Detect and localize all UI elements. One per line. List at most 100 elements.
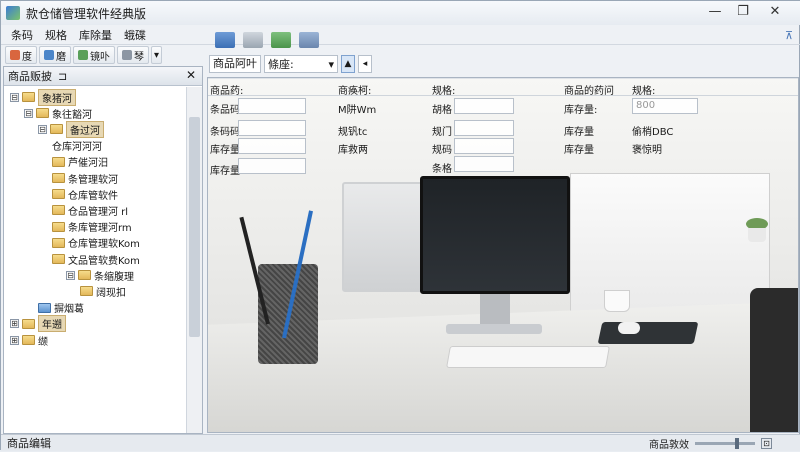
tree-node-label: 象猪河 [38, 88, 76, 106]
tree-node-label: 缬 [38, 336, 48, 348]
tree-node[interactable]: 仓库管软件 [52, 186, 118, 202]
second-monitor [342, 182, 432, 292]
toolbar-button-4-label: 琴 [134, 51, 144, 63]
filter-label: 商品阿叶 [209, 55, 261, 73]
tree-node[interactable]: ⊟ 象猪河 [10, 88, 76, 106]
collapse-icon[interactable]: ⊟ [66, 270, 75, 280]
scrollbar-thumb[interactable] [189, 117, 200, 337]
maximize-button[interactable]: ❐ [729, 1, 757, 23]
filter-bar: 商品阿叶 條座: ▾ ▲ ◂ [207, 53, 799, 75]
toolbar-button-1[interactable]: 度 [5, 46, 37, 64]
status-bar: 商品编辑 商品敦效 ⊡ [1, 434, 800, 451]
barcode-input[interactable] [238, 98, 306, 114]
tree-node-label: 条管理软河 [68, 174, 118, 186]
tree-node[interactable]: 条库管理河rm [52, 219, 132, 235]
spec-input[interactable] [454, 98, 514, 114]
panel-header: 商品贩披 ⊐ ✕ [4, 67, 202, 86]
monitor-stand [480, 294, 510, 326]
field-label: 规门 [432, 127, 452, 138]
fit-icon[interactable]: ⊡ [761, 438, 772, 449]
tree-node[interactable]: 文品管软费Kom [52, 251, 140, 267]
field-value: 褒惊明 [632, 145, 662, 156]
import-icon[interactable] [215, 32, 235, 48]
settings-icon[interactable] [299, 32, 319, 48]
toolbar-button-3[interactable]: 镜卟 [73, 46, 115, 64]
tree-node[interactable]: 仓品管理河 rl [52, 202, 128, 218]
collapse-icon[interactable]: ⊟ [10, 92, 19, 102]
collapse-icon[interactable]: ⊟ [38, 124, 47, 134]
stock-input[interactable] [238, 158, 306, 174]
tree-node[interactable]: ⊞ 缬 [10, 332, 48, 348]
collapse-button[interactable]: ◂ [358, 55, 372, 73]
folder-icon [52, 205, 65, 216]
toolbar-button-2[interactable]: 磨 [39, 46, 71, 64]
mouse [618, 322, 640, 334]
folder-icon [36, 108, 49, 119]
window-title: 款仓储管理软件经典版 [26, 6, 147, 21]
tree-node[interactable]: ⊟ 备过河 [38, 120, 104, 138]
coffee-cup [604, 290, 630, 312]
panel-title: 商品贩披 [8, 70, 52, 83]
field-label: 规码 [432, 145, 452, 156]
export-icon[interactable] [271, 32, 291, 48]
sort-button[interactable]: ▲ [341, 55, 355, 73]
header-line [208, 78, 798, 79]
spec-input[interactable] [454, 120, 514, 136]
field-label: 库存量 [564, 127, 594, 138]
plant-pot [748, 228, 766, 242]
tree-node[interactable]: 阔现扣 [80, 283, 126, 299]
stock-input[interactable]: 800 [632, 98, 698, 114]
folder-icon [52, 189, 65, 200]
menu-item-barcode[interactable]: 条码 [5, 27, 39, 43]
tree-node-label: 仓品管理河 rl [68, 206, 129, 218]
tree-node[interactable]: ⊟ 条缩腹理 [66, 267, 134, 283]
tree-node[interactable]: 芦催河汨 [52, 154, 108, 170]
office-chair [750, 288, 798, 432]
collapse-icon[interactable]: ⊟ [24, 108, 33, 118]
tree-node[interactable]: 条管理软河 [52, 170, 118, 186]
folder-icon [52, 237, 65, 248]
zoom-slider-knob[interactable] [735, 438, 739, 449]
stock-input[interactable] [238, 138, 306, 154]
code-input[interactable] [238, 120, 306, 136]
tree-scrollbar[interactable] [186, 87, 202, 433]
filter-select[interactable]: 條座: ▾ [264, 55, 338, 73]
print-icon[interactable] [243, 32, 263, 48]
zoom-slider[interactable] [695, 438, 755, 449]
field-value: M阱Wm [338, 105, 377, 116]
toolbar-button-3-label: 镜卟 [90, 51, 110, 63]
tree-node[interactable]: ⊟ 象往豁河 [24, 105, 92, 121]
edit-icon [10, 50, 20, 60]
menu-item-other[interactable]: 蛾碟 [118, 27, 152, 43]
tree-node-label: 年遡 [38, 315, 66, 333]
panel-close-icon[interactable]: ✕ [186, 68, 196, 82]
field-label: 条格 [432, 164, 452, 175]
expand-icon[interactable]: ⊞ [10, 319, 19, 329]
folder-icon [78, 270, 91, 281]
toolbar-dropdown[interactable]: ▾ [151, 46, 163, 64]
tree-node[interactable]: ⊞ 年遡 [10, 315, 66, 333]
toolbar-button-4[interactable]: 琴 [117, 46, 149, 64]
pin-icon[interactable]: ⊐ [58, 70, 67, 83]
field-label: 条码码 [210, 127, 240, 138]
minimize-button[interactable]: — [701, 1, 729, 23]
folder-icon [22, 335, 35, 345]
menu-item-spec[interactable]: 规格 [39, 27, 73, 43]
folder-icon [52, 254, 65, 264]
tree-node-label: 芦催河汨 [68, 158, 108, 170]
spec-input[interactable] [454, 156, 514, 172]
expand-icon[interactable]: ⊞ [10, 335, 19, 345]
pin-icon[interactable]: ⊼ [785, 29, 793, 42]
folder-icon [22, 318, 35, 329]
close-button[interactable]: ✕ [761, 1, 789, 23]
tree-node-label: 仓库管软件 [68, 190, 118, 202]
tree-node[interactable]: 仓库管理软Kom [52, 235, 140, 251]
content-area: 商品药: 商痪柯: 规格: 商品的药问 规格: 条品码 M阱Wm 胡格 库存量:… [207, 77, 799, 433]
tree-node[interactable]: 摒烟葛 [38, 300, 84, 316]
tree-node[interactable]: 仓库河河河 [52, 138, 102, 154]
menu-item-inventory[interactable]: 库除量 [73, 27, 118, 43]
field-label: 库存量 [564, 145, 594, 156]
spec-input[interactable] [454, 138, 514, 154]
folder-icon [80, 286, 93, 297]
monitor-base [446, 324, 542, 334]
